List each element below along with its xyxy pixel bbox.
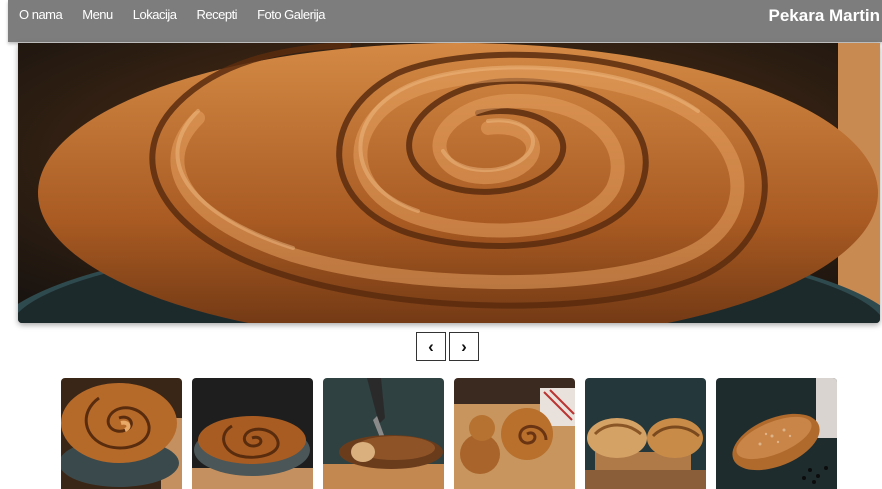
thumbnail-1[interactable] [61, 378, 182, 489]
nav-link-foto-galerija[interactable]: Foto Galerija [257, 7, 325, 23]
bread-rolls-image [585, 378, 706, 489]
nav-link-lokacija[interactable]: Lokacija [133, 7, 177, 23]
thumbnail-5[interactable] [585, 378, 706, 489]
carousel-thumbnails [61, 378, 837, 489]
nav-link-o-nama[interactable]: O nama [19, 7, 63, 23]
thumbnail-6[interactable] [716, 378, 837, 489]
burek-pie-image [18, 43, 880, 323]
chevron-right-icon: › [461, 336, 467, 356]
top-navbar: O nama Menu Lokacija Recepti Foto Galeri… [8, 0, 882, 42]
nav-link-recepti[interactable]: Recepti [196, 7, 237, 23]
pie-in-pan-image [61, 378, 182, 489]
brand-title[interactable]: Pekara Martin [769, 6, 881, 26]
carousel-controls: ‹ › [416, 332, 479, 361]
pastries-on-board-image [454, 378, 575, 489]
carousel-next-button[interactable]: › [449, 332, 479, 361]
pie-in-pan-image [192, 378, 313, 489]
nav-links: O nama Menu Lokacija Recepti Foto Galeri… [19, 7, 345, 23]
bread-slicing-image [323, 378, 444, 489]
carousel-prev-button[interactable]: ‹ [416, 332, 446, 361]
thumbnail-3[interactable] [323, 378, 444, 489]
chevron-left-icon: ‹ [428, 336, 434, 356]
loaf-image [716, 378, 837, 489]
carousel-main-slide [18, 43, 880, 323]
thumbnail-2[interactable] [192, 378, 313, 489]
nav-link-menu[interactable]: Menu [82, 7, 113, 23]
thumbnail-4[interactable] [454, 378, 575, 489]
